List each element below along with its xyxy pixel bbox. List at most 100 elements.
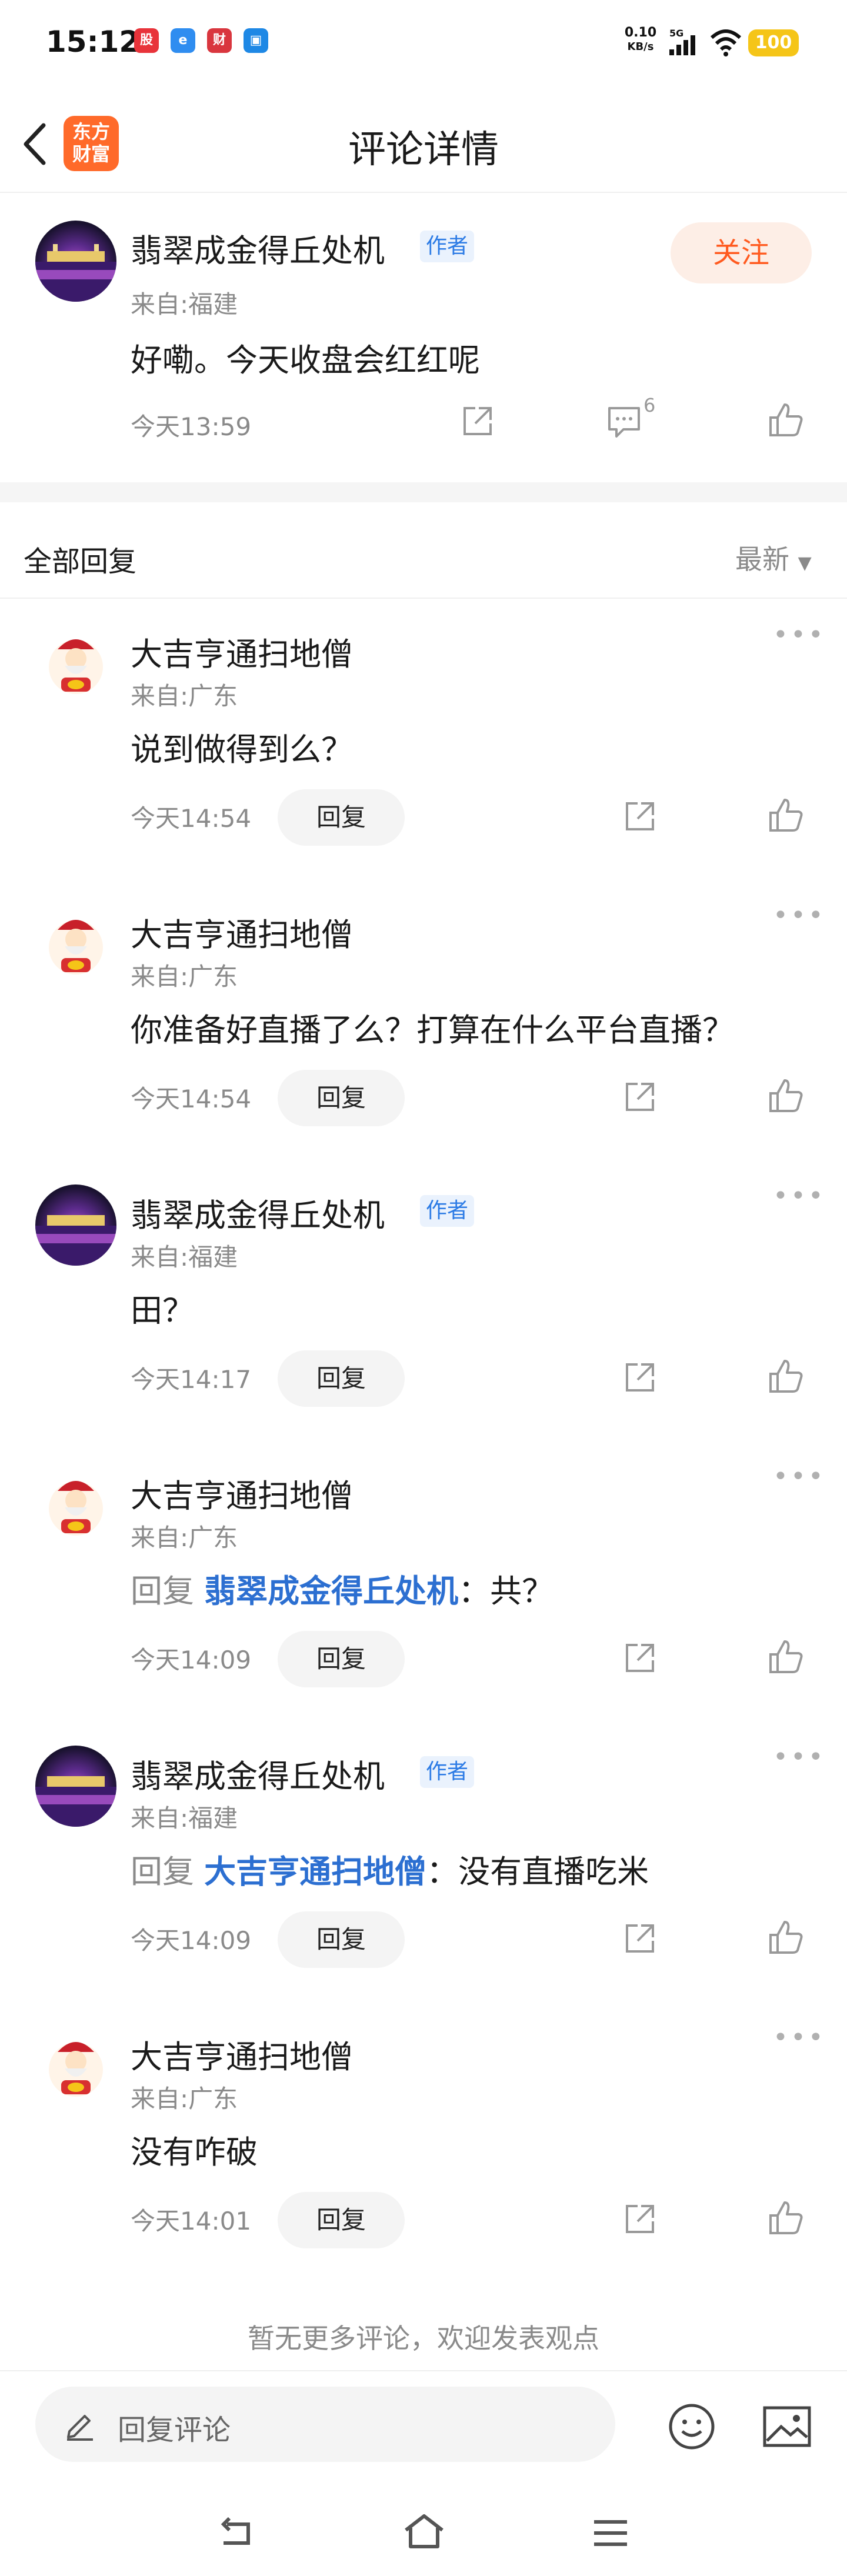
share-icon[interactable] bbox=[622, 1921, 658, 1956]
share-icon[interactable] bbox=[622, 1360, 658, 1395]
timestamp: 今天14:54 bbox=[131, 1085, 252, 1113]
avatar[interactable] bbox=[35, 1746, 116, 1827]
timestamp: 今天14:09 bbox=[131, 1926, 252, 1955]
reply-button[interactable]: 回复 bbox=[278, 1350, 405, 1407]
no-more-comments: 暂无更多评论，欢迎发表观点 bbox=[248, 2323, 599, 2354]
timestamp: 今天13:59 bbox=[131, 412, 252, 441]
location: 来自:广东 bbox=[131, 2084, 238, 2113]
like-icon[interactable] bbox=[767, 796, 805, 834]
avatar[interactable] bbox=[35, 1465, 116, 1546]
comment-icon[interactable] bbox=[606, 403, 642, 439]
location: 来自:福建 bbox=[131, 1243, 238, 1272]
network-type: 5G bbox=[669, 28, 683, 39]
location: 来自:福建 bbox=[131, 290, 238, 319]
reply-text: 说到做得到么？ bbox=[131, 731, 353, 768]
home-nav-icon[interactable] bbox=[402, 2512, 446, 2550]
location: 来自:福建 bbox=[131, 1804, 238, 1833]
avatar[interactable] bbox=[35, 623, 116, 705]
reply-button[interactable]: 回复 bbox=[278, 1631, 405, 1687]
battery-indicator: 100 bbox=[748, 29, 799, 56]
menu-nav-icon[interactable] bbox=[592, 2517, 629, 2549]
avatar[interactable] bbox=[35, 1184, 116, 1266]
timestamp: 今天14:54 bbox=[131, 804, 252, 833]
more-options-icon[interactable]: ••• bbox=[773, 1742, 826, 1772]
reply-input-placeholder: 回复评论 bbox=[118, 2414, 231, 2447]
location: 来自:广东 bbox=[131, 962, 238, 991]
share-icon[interactable] bbox=[622, 799, 658, 834]
reply-content: 回复 翡翠成金得丘处机：共？ bbox=[131, 1565, 553, 1611]
author-badge: 作者 bbox=[420, 1195, 475, 1227]
more-options-icon[interactable]: ••• bbox=[773, 1181, 826, 1211]
net-speed-unit: KB/s bbox=[627, 41, 654, 53]
caret-down-icon: ▼ bbox=[798, 553, 812, 573]
username[interactable]: 翡翠成金得丘处机 bbox=[131, 1750, 385, 1797]
like-icon[interactable] bbox=[767, 1077, 805, 1115]
wifi-icon bbox=[710, 29, 742, 56]
comment-content: 好嘞。今天收盘会红红呢 bbox=[131, 342, 480, 379]
share-icon[interactable] bbox=[460, 403, 495, 439]
more-options-icon[interactable]: ••• bbox=[773, 2023, 826, 2053]
reply-text: ：没有直播吃米 bbox=[426, 1853, 649, 1890]
reply-button[interactable]: 回复 bbox=[278, 1070, 405, 1126]
reply-text: 你准备好直播了么？打算在什么平台直播？ bbox=[131, 1012, 734, 1049]
timestamp: 今天14:01 bbox=[131, 2207, 252, 2235]
reply-button[interactable]: 回复 bbox=[278, 1911, 405, 1968]
all-replies-title: 全部回复 bbox=[24, 545, 137, 578]
status-time: 15:12 bbox=[46, 25, 140, 59]
fortune-god-icon bbox=[49, 1481, 103, 1536]
fortune-god-icon bbox=[49, 2042, 103, 2097]
fortune-god-icon bbox=[49, 920, 103, 975]
night-scene-icon bbox=[35, 244, 116, 302]
status-bar: 15:12 股 e 财 ▣ 0.10 KB/s 5G 100 bbox=[0, 0, 847, 88]
fortune-god-icon bbox=[49, 639, 103, 694]
like-icon[interactable] bbox=[767, 2199, 805, 2237]
divider bbox=[0, 192, 847, 193]
app-notification-icon: 财 bbox=[207, 28, 232, 53]
network-speed: 0.10 KB/s bbox=[620, 26, 661, 54]
location: 来自:广东 bbox=[131, 682, 238, 710]
reply-button[interactable]: 回复 bbox=[278, 2192, 405, 2248]
signal-icon: 5G bbox=[669, 28, 695, 55]
like-icon[interactable] bbox=[767, 1638, 805, 1676]
author-badge: 作者 bbox=[420, 231, 475, 262]
more-options-icon[interactable]: ••• bbox=[773, 900, 826, 930]
username[interactable]: 翡翠成金得丘处机 bbox=[131, 225, 385, 271]
like-icon[interactable] bbox=[767, 401, 805, 439]
avatar[interactable] bbox=[35, 904, 116, 985]
app-notification-icon: e bbox=[171, 28, 195, 53]
reply-prefix: 回复 bbox=[131, 1573, 194, 1610]
reply-content: 田？ bbox=[131, 1284, 194, 1331]
night-scene-icon bbox=[35, 1776, 116, 1827]
reply-button[interactable]: 回复 bbox=[278, 789, 405, 846]
follow-button[interactable]: 关注 bbox=[671, 222, 812, 283]
author-badge: 作者 bbox=[420, 1756, 475, 1788]
sort-dropdown[interactable]: 最新 ▼ bbox=[735, 538, 812, 577]
emoji-icon[interactable] bbox=[667, 2402, 716, 2451]
mentioned-user[interactable]: 翡翠成金得丘处机 bbox=[204, 1573, 458, 1610]
back-nav-icon[interactable] bbox=[216, 2516, 258, 2551]
username[interactable]: 大吉亨通扫地僧 bbox=[131, 628, 353, 675]
location: 来自:广东 bbox=[131, 1523, 238, 1552]
avatar[interactable] bbox=[35, 2026, 116, 2107]
like-icon[interactable] bbox=[767, 1918, 805, 1956]
more-options-icon[interactable]: ••• bbox=[773, 1461, 826, 1491]
more-options-icon[interactable]: ••• bbox=[773, 620, 826, 650]
net-speed-value: 0.10 bbox=[624, 25, 657, 40]
username[interactable]: 大吉亨通扫地僧 bbox=[131, 2031, 353, 2077]
pencil-icon bbox=[67, 2415, 93, 2441]
username[interactable]: 翡翠成金得丘处机 bbox=[131, 1189, 385, 1236]
share-icon[interactable] bbox=[622, 1640, 658, 1676]
like-icon[interactable] bbox=[767, 1357, 805, 1395]
username[interactable]: 大吉亨通扫地僧 bbox=[131, 1470, 353, 1516]
username[interactable]: 大吉亨通扫地僧 bbox=[131, 909, 353, 955]
share-icon[interactable] bbox=[622, 2201, 658, 2237]
image-icon[interactable] bbox=[762, 2403, 812, 2450]
share-icon[interactable] bbox=[622, 1079, 658, 1115]
reply-content: 你准备好直播了么？打算在什么平台直播？ bbox=[131, 1004, 734, 1050]
reply-content: 没有咋破 bbox=[131, 2126, 258, 2173]
avatar[interactable] bbox=[35, 221, 116, 302]
mentioned-user[interactable]: 大吉亨通扫地僧 bbox=[204, 1853, 426, 1890]
top-navigation: 东方 财富 评论详情 bbox=[0, 97, 847, 191]
system-navigation bbox=[0, 2488, 847, 2576]
divider bbox=[0, 598, 847, 599]
